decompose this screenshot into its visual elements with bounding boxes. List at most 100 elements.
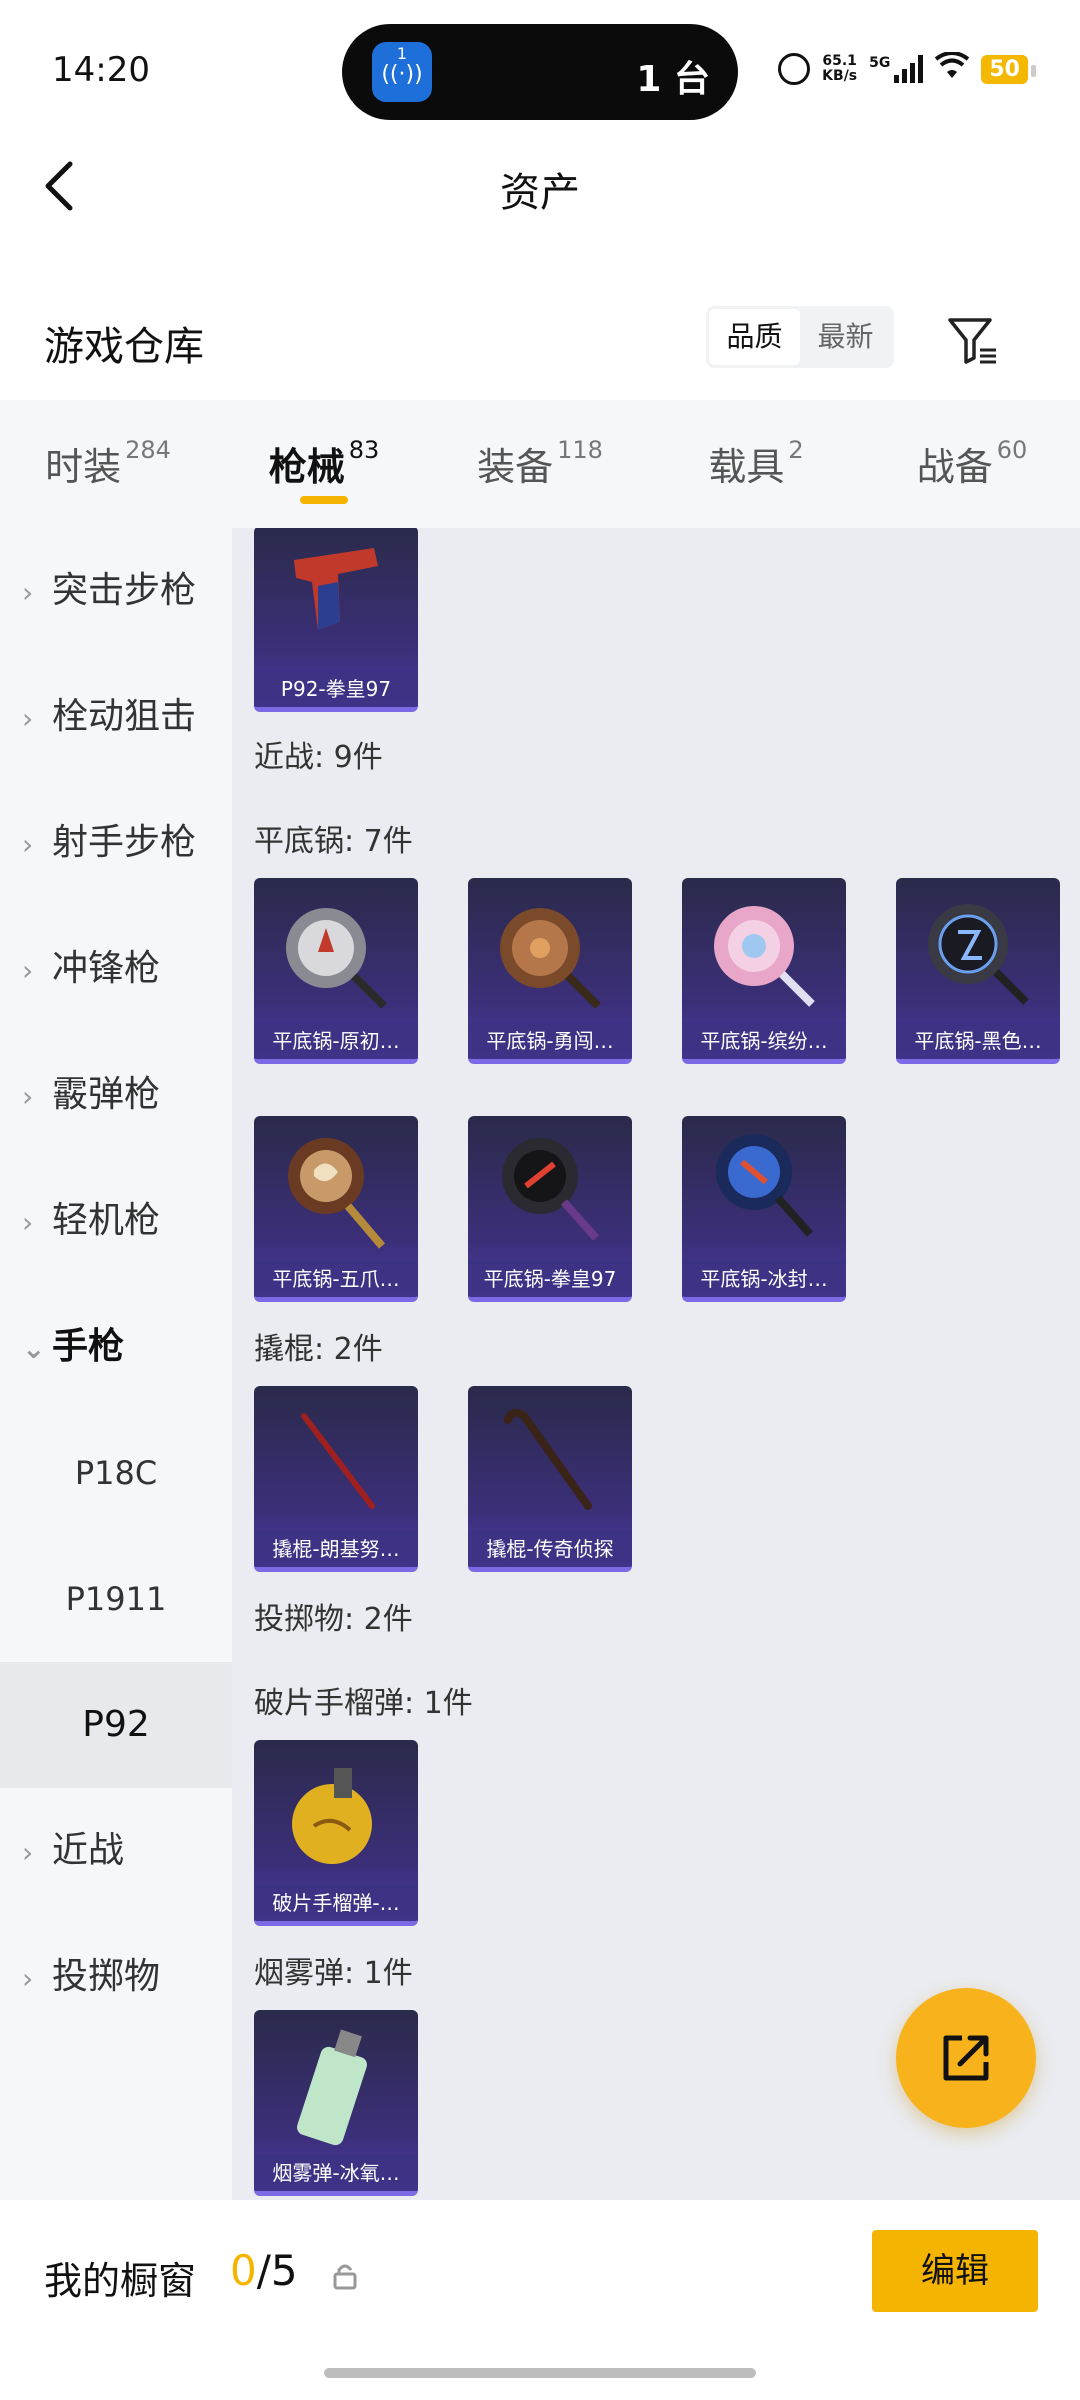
- tab-count: 2: [788, 436, 804, 464]
- tab-label: 装备: [477, 445, 554, 489]
- island-text: 1 台: [636, 59, 710, 100]
- sidebar-item-label: 投掷物: [52, 1956, 161, 1997]
- dynamic-island[interactable]: 1 ((·)) 1 台: [342, 24, 738, 120]
- sidebar-item-pistol[interactable]: ⌄ 手枪: [0, 1284, 232, 1410]
- item-card-label: 平底锅-缤纷…: [682, 1023, 846, 1059]
- status-bar: 14:20 1 ((·)) 1 台 65.1 KB/s 5G 50: [0, 0, 1080, 140]
- item-card[interactable]: 撬棍-传奇侦探: [468, 1386, 632, 1572]
- status-icons: 65.1 KB/s 5G 50: [778, 51, 1036, 86]
- sidebar-item-shotgun[interactable]: › 霰弹枪: [0, 1032, 232, 1158]
- chevron-right-icon: ›: [22, 954, 34, 987]
- item-card-label: 平底锅-冰封…: [682, 1261, 846, 1297]
- item-card-label: 平底锅-勇闯…: [468, 1023, 632, 1059]
- tab-equipment[interactable]: 装备 118: [432, 400, 648, 528]
- tab-firearms[interactable]: 枪械 83: [216, 400, 432, 528]
- item-card[interactable]: 平底锅-缤纷…: [682, 878, 846, 1064]
- wifi-icon: [935, 51, 970, 86]
- item-card[interactable]: 平底锅-勇闯…: [468, 878, 632, 1064]
- item-card[interactable]: 平底锅-原初…: [254, 878, 418, 1064]
- chevron-right-icon: ›: [22, 828, 34, 861]
- sidebar-item-throwable[interactable]: › 投掷物: [0, 1914, 232, 2040]
- group-label: 投掷物: 2件: [254, 1602, 413, 1637]
- sidebar-item-lmg[interactable]: › 轻机枪: [0, 1158, 232, 1284]
- item-card[interactable]: 平底锅-拳皇97: [468, 1116, 632, 1302]
- pan-icon: [468, 1116, 632, 1262]
- signal-icon: [894, 55, 924, 83]
- edit-button[interactable]: 编辑: [872, 2230, 1038, 2312]
- sidebar-item-label: 冲锋枪: [52, 948, 161, 989]
- sidebar-item-label: 突击步枪: [52, 570, 197, 611]
- net-speed-value: 65.1: [822, 53, 857, 69]
- item-card[interactable]: 平底锅-冰封…: [682, 1116, 846, 1302]
- tab-tactical[interactable]: 战备 60: [864, 400, 1080, 528]
- sidebar-item-bolt-sniper[interactable]: › 栓动狙击: [0, 654, 232, 780]
- item-card[interactable]: 烟雾弹-冰氧…: [254, 2010, 418, 2196]
- share-icon: [943, 2035, 989, 2081]
- item-card[interactable]: 平底锅-黑色…: [896, 878, 1060, 1064]
- tab-count: 118: [557, 436, 603, 464]
- tab-vehicles[interactable]: 载具 2: [648, 400, 864, 528]
- tab-label: 枪械: [268, 445, 345, 489]
- item-grid: P92-拳皇97 近战: 9件 平底锅: 7件 平底锅-原初… 平底锅-勇闯… …: [232, 528, 1080, 2200]
- share-button[interactable]: [896, 1988, 1036, 2128]
- sidebar-item-melee[interactable]: › 近战: [0, 1788, 232, 1914]
- pan-icon: [682, 878, 846, 1024]
- top-header: 资产: [0, 140, 1080, 230]
- chevron-right-icon: ›: [22, 1962, 34, 1995]
- sidebar-item-marksman-rifle[interactable]: › 射手步枪: [0, 780, 232, 906]
- item-card-label: P92-拳皇97: [254, 671, 418, 707]
- weapon-type-sidebar: › 突击步枪 › 栓动狙击 › 射手步枪 › 冲锋枪 › 霰弹枪 › 轻机枪 ⌄ 手枪 P18…: [0, 528, 232, 2200]
- item-card[interactable]: P92-拳皇97: [254, 528, 418, 712]
- sidebar-item-assault-rifle[interactable]: › 突击步枪: [0, 528, 232, 654]
- item-card[interactable]: 破片手榴弹-…: [254, 1740, 418, 1926]
- chevron-right-icon: ›: [22, 1206, 34, 1239]
- sidebar-item-smg[interactable]: › 冲锋枪: [0, 906, 232, 1032]
- sidebar-subitem-p92[interactable]: P92: [0, 1662, 232, 1788]
- sort-by-newest[interactable]: 最新: [800, 309, 891, 365]
- grenade-icon: [254, 1740, 418, 1886]
- tab-count: 83: [348, 436, 380, 464]
- network-label: 5G: [869, 55, 891, 71]
- net-speed: 65.1 KB/s: [822, 54, 857, 84]
- battery-icon: 50: [981, 54, 1036, 84]
- item-card-label: 平底锅-原初…: [254, 1023, 418, 1059]
- sort-by-quality[interactable]: 品质: [709, 309, 800, 365]
- chevron-right-icon: ›: [22, 702, 34, 735]
- group-label: 烟雾弹: 1件: [254, 1956, 413, 1991]
- showcase-label: 我的橱窗: [44, 2259, 197, 2303]
- sidebar-item-label: 轻机枪: [52, 1200, 161, 1241]
- broadcast-icon: 1 ((·)): [372, 42, 432, 102]
- net-speed-unit: KB/s: [822, 68, 858, 84]
- pan-icon: [254, 1116, 418, 1262]
- sidebar-item-label: 手枪: [52, 1326, 125, 1367]
- item-card[interactable]: 平底锅-五爪…: [254, 1116, 418, 1302]
- item-card[interactable]: 撬棍-朗基努…: [254, 1386, 418, 1572]
- item-card-label: 平底锅-黑色…: [896, 1023, 1060, 1059]
- chevron-right-icon: ›: [22, 576, 34, 609]
- pan-icon: [468, 878, 632, 1024]
- tab-label: 时装: [45, 445, 122, 489]
- pistol-icon: [254, 528, 418, 672]
- island-badge: 1: [396, 44, 408, 63]
- item-card-label: 破片手榴弹-…: [254, 1885, 418, 1921]
- tab-count: 60: [996, 436, 1028, 464]
- group-label: 近战: 9件: [254, 740, 383, 775]
- item-card-label: 平底锅-拳皇97: [468, 1261, 632, 1297]
- filter-icon[interactable]: [944, 312, 1000, 368]
- item-card-label: 平底锅-五爪…: [254, 1261, 418, 1297]
- chevron-right-icon: ›: [22, 1080, 34, 1113]
- home-indicator[interactable]: [324, 2368, 756, 2378]
- sidebar-subitem-p18c[interactable]: P18C: [0, 1410, 232, 1536]
- sidebar-item-label: 射手步枪: [52, 822, 197, 863]
- item-card-label: 烟雾弹-冰氧…: [254, 2155, 418, 2191]
- page-title: 资产: [500, 170, 580, 216]
- sidebar-subitem-p1911[interactable]: P1911: [0, 1536, 232, 1662]
- showcase-current: 0: [230, 2246, 257, 2295]
- showcase-total: /5: [256, 2246, 298, 2295]
- tab-fashion[interactable]: 时装 284: [0, 400, 216, 528]
- category-tabs: 时装 284 枪械 83 装备 118 载具 2 战备 60: [0, 400, 1080, 528]
- sidebar-item-label: 栓动狙击: [52, 696, 197, 737]
- crowbar-icon: [468, 1386, 632, 1532]
- item-card-label: 撬棍-传奇侦探: [468, 1531, 632, 1567]
- group-label: 破片手榴弹: 1件: [254, 1686, 473, 1721]
